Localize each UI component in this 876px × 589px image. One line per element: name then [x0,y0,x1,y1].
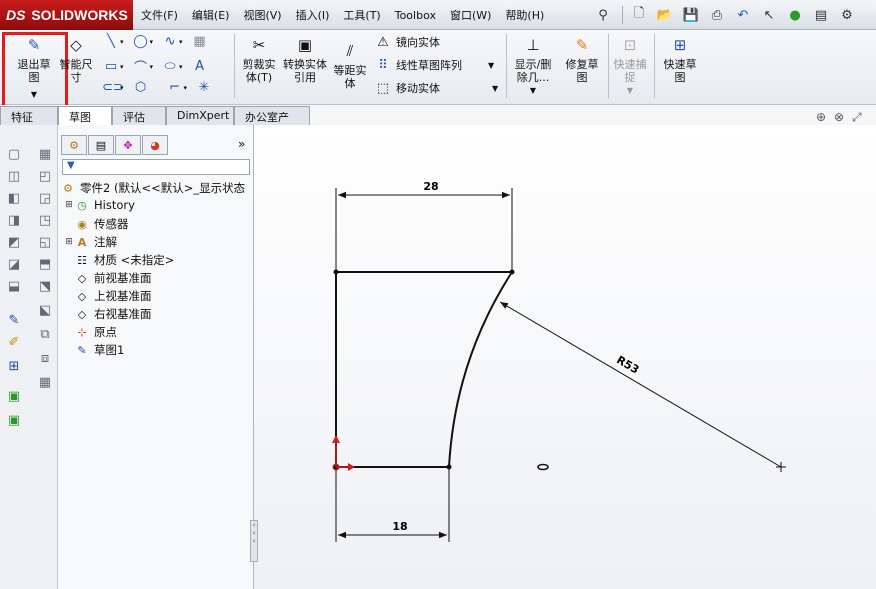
dimension-top-text[interactable]: 28 [423,180,438,193]
sketch-vertex[interactable] [446,464,452,470]
sketch-vertex[interactable] [333,269,339,275]
origin-x-arrow [348,463,355,471]
sketch-svg: 28 18 R53 [332,180,786,542]
dimension-bottom-text[interactable]: 18 [392,520,407,533]
dimension-radius-text[interactable]: R53 [614,353,641,376]
sketch-vertex[interactable] [509,269,515,275]
sketch-arc[interactable] [448,271,513,468]
dimension-line-radius[interactable] [499,301,782,468]
sketch-point[interactable] [537,463,549,471]
origin-y-arrow [332,435,340,443]
